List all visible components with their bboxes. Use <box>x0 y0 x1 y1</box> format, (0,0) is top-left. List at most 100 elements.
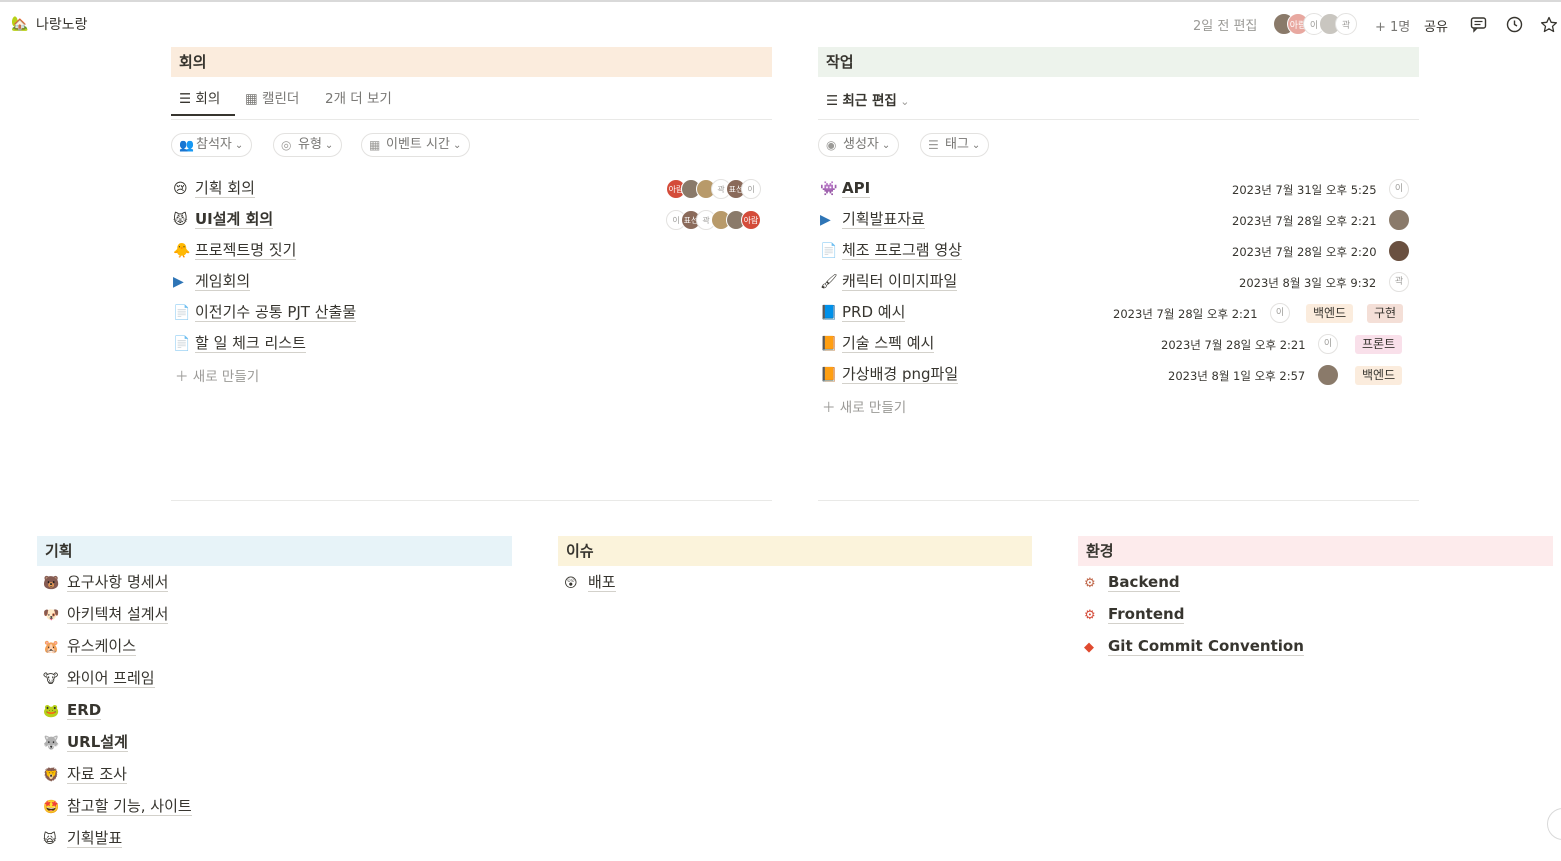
meeting-title[interactable]: 기획 회의 <box>195 179 255 198</box>
new-meeting-button[interactable]: ＋ 새로 만들기 <box>175 365 259 385</box>
page-link[interactable]: ◆ Git Commit Convention <box>1084 633 1304 659</box>
meeting-row[interactable]: 📄 할 일 체크 리스트 <box>173 329 306 357</box>
star-icon[interactable] <box>1540 16 1558 34</box>
bear-icon: 🐻 <box>43 576 60 591</box>
filter-creator[interactable]: ◉ 생성자 ⌄ <box>818 133 900 157</box>
page-link[interactable]: 😲 배포 <box>564 569 616 595</box>
page-title[interactable]: ERD <box>67 701 102 720</box>
page-title[interactable]: 요구사항 명세서 <box>67 573 169 592</box>
tab-calendar[interactable]: ▦ 캘린더 <box>245 84 299 114</box>
task-title[interactable]: API <box>842 179 871 198</box>
play-icon: ▶ <box>820 212 831 228</box>
page-title[interactable]: 기획발표 <box>67 829 123 848</box>
meeting-row[interactable]: 📄 이전기수 공통 PJT 산출물 <box>173 298 357 326</box>
task-row[interactable]: 📘 PRD 예시 <box>820 298 906 326</box>
last-edited-date: 2023년 7월 28일 오후 2:21 <box>1113 307 1258 321</box>
avatar[interactable]: 곽 <box>1335 13 1357 35</box>
new-task-button[interactable]: ＋ 새로 만들기 <box>822 396 906 416</box>
meeting-row[interactable]: 😾 UI설계 회의 <box>173 205 274 233</box>
meeting-title[interactable]: 이전기수 공통 PJT 산출물 <box>195 303 357 322</box>
meeting-title[interactable]: 프로젝트명 짓기 <box>195 241 297 260</box>
task-row[interactable]: 📙 가상배경 png파일 <box>820 360 959 388</box>
page-title[interactable]: 유스케이스 <box>67 637 137 656</box>
task-title[interactable]: 기획발표자료 <box>842 210 925 229</box>
help-button[interactable] <box>1547 808 1561 840</box>
page-link[interactable]: 🐸 ERD <box>43 697 102 723</box>
filter-tags[interactable]: ☰ 태그 ⌄ <box>920 133 990 157</box>
page-title[interactable]: 와이어 프레임 <box>67 669 155 688</box>
page-link[interactable]: 🐹 유스케이스 <box>43 633 137 659</box>
task-title[interactable]: 기술 스펙 예시 <box>842 334 935 353</box>
page-link[interactable]: 🐶 아키텍쳐 설계서 <box>43 601 169 627</box>
chevron-down-icon: ⌄ <box>881 140 891 151</box>
tag-badge[interactable]: 프론트 <box>1355 335 1403 354</box>
task-row[interactable]: ▶ 기획발표자료 <box>820 205 925 233</box>
avatar: 이 <box>1270 303 1290 323</box>
page-title[interactable]: 배포 <box>588 573 616 592</box>
meeting-row[interactable]: ▶ 게임회의 <box>173 267 251 295</box>
last-edited-date: 2023년 8월 1일 오후 2:57 <box>1168 369 1306 383</box>
page-link[interactable]: 🐺 URL설계 <box>43 729 128 755</box>
tag-badge[interactable]: 백엔드 <box>1355 366 1403 385</box>
workspace-title[interactable]: 나랑노랑 <box>36 14 88 34</box>
tab-meetings[interactable]: ☰ 회의 <box>171 84 235 116</box>
task-title[interactable]: 가상배경 png파일 <box>842 365 959 384</box>
page-link[interactable]: ⚙ Backend <box>1084 569 1180 595</box>
document-icon: 📄 <box>820 243 838 259</box>
chevron-down-icon: ⌄ <box>452 140 462 151</box>
page-link[interactable]: 🙀 기획발표 <box>43 825 123 851</box>
page-title[interactable]: Backend <box>1108 573 1180 592</box>
star-struck-icon: 🤩 <box>43 800 60 815</box>
page-title[interactable]: URL설계 <box>67 733 128 752</box>
filter-label: 이벤트 시간 <box>386 137 450 152</box>
page-title[interactable]: 참고할 기능, 사이트 <box>67 797 192 816</box>
task-row[interactable]: 👾 API <box>820 174 871 202</box>
orange-document-icon: 📙 <box>820 336 838 352</box>
task-title[interactable]: 캐릭터 이미지파일 <box>842 272 958 291</box>
task-title[interactable]: PRD 예시 <box>842 303 906 322</box>
meetings-view-tabs: ☰ 회의 ▦ 캘린더 2개 더 보기 <box>171 84 772 116</box>
share-button[interactable]: 공유 <box>1424 16 1448 35</box>
task-row[interactable]: 📙 기술 스펙 예시 <box>820 329 935 357</box>
scream-cat-icon: 🙀 <box>43 832 57 847</box>
last-edited-date: 2023년 7월 31일 오후 5:25 <box>1232 183 1377 197</box>
avatar: 곽 <box>1389 272 1409 292</box>
comment-icon[interactable] <box>1469 16 1487 34</box>
page-link[interactable]: 🦁 자료 조사 <box>43 761 127 787</box>
meeting-title[interactable]: 할 일 체크 리스트 <box>195 334 306 353</box>
page-link[interactable]: 🤩 참고할 기능, 사이트 <box>43 793 192 819</box>
blue-document-icon: 📘 <box>820 305 838 321</box>
filter-type[interactable]: ◎ 유형 ⌄ <box>273 133 343 157</box>
page-title[interactable]: Git Commit Convention <box>1108 637 1304 656</box>
last-edited-date: 2023년 8월 3일 오후 9:32 <box>1239 276 1377 290</box>
page-link[interactable]: 🐮 와이어 프레임 <box>43 665 155 691</box>
chevron-down-icon: ⌄ <box>324 140 334 151</box>
filter-label: 참석자 <box>196 137 232 152</box>
more-collaborators-count[interactable]: + 1명 <box>1375 16 1410 35</box>
task-row[interactable]: 🖌 캐릭터 이미지파일 <box>820 267 958 295</box>
tab-more-views[interactable]: 2개 더 보기 <box>325 84 392 114</box>
page-title[interactable]: 자료 조사 <box>67 765 127 784</box>
page-title[interactable]: 아키텍쳐 설계서 <box>67 605 169 624</box>
avatar: 이 <box>1318 334 1338 354</box>
page-title[interactable]: Frontend <box>1108 605 1185 624</box>
meeting-title[interactable]: 게임회의 <box>195 272 251 291</box>
tag-badge[interactable]: 백엔드 <box>1306 304 1354 323</box>
issues-heading: 이슈 <box>558 536 1032 566</box>
page-link[interactable]: 🐻 요구사항 명세서 <box>43 569 169 595</box>
filter-attendees[interactable]: 👥 참석자 ⌄ <box>171 133 253 157</box>
meeting-title[interactable]: UI설계 회의 <box>195 210 274 229</box>
filter-event-time[interactable]: ▦ 이벤트 시간 ⌄ <box>361 133 471 157</box>
meeting-row[interactable]: 😢 기획 회의 <box>173 174 255 202</box>
meeting-row[interactable]: 🐥 프로젝트명 짓기 <box>173 236 297 264</box>
tag-badge[interactable]: 구현 <box>1367 304 1404 323</box>
task-row[interactable]: 📄 체조 프로그램 영상 <box>820 236 962 264</box>
plus-icon: ＋ <box>822 400 840 416</box>
new-label: 새로 만들기 <box>192 369 260 385</box>
task-title[interactable]: 체조 프로그램 영상 <box>842 241 962 260</box>
page-link[interactable]: ⚙ Frontend <box>1084 601 1185 627</box>
surprised-face-icon: 😲 <box>564 576 578 591</box>
clock-icon[interactable] <box>1505 16 1523 34</box>
view-recent-edits[interactable]: ☰ 최근 편집 ⌄ <box>826 86 910 116</box>
filter-label: 유형 <box>298 137 322 152</box>
